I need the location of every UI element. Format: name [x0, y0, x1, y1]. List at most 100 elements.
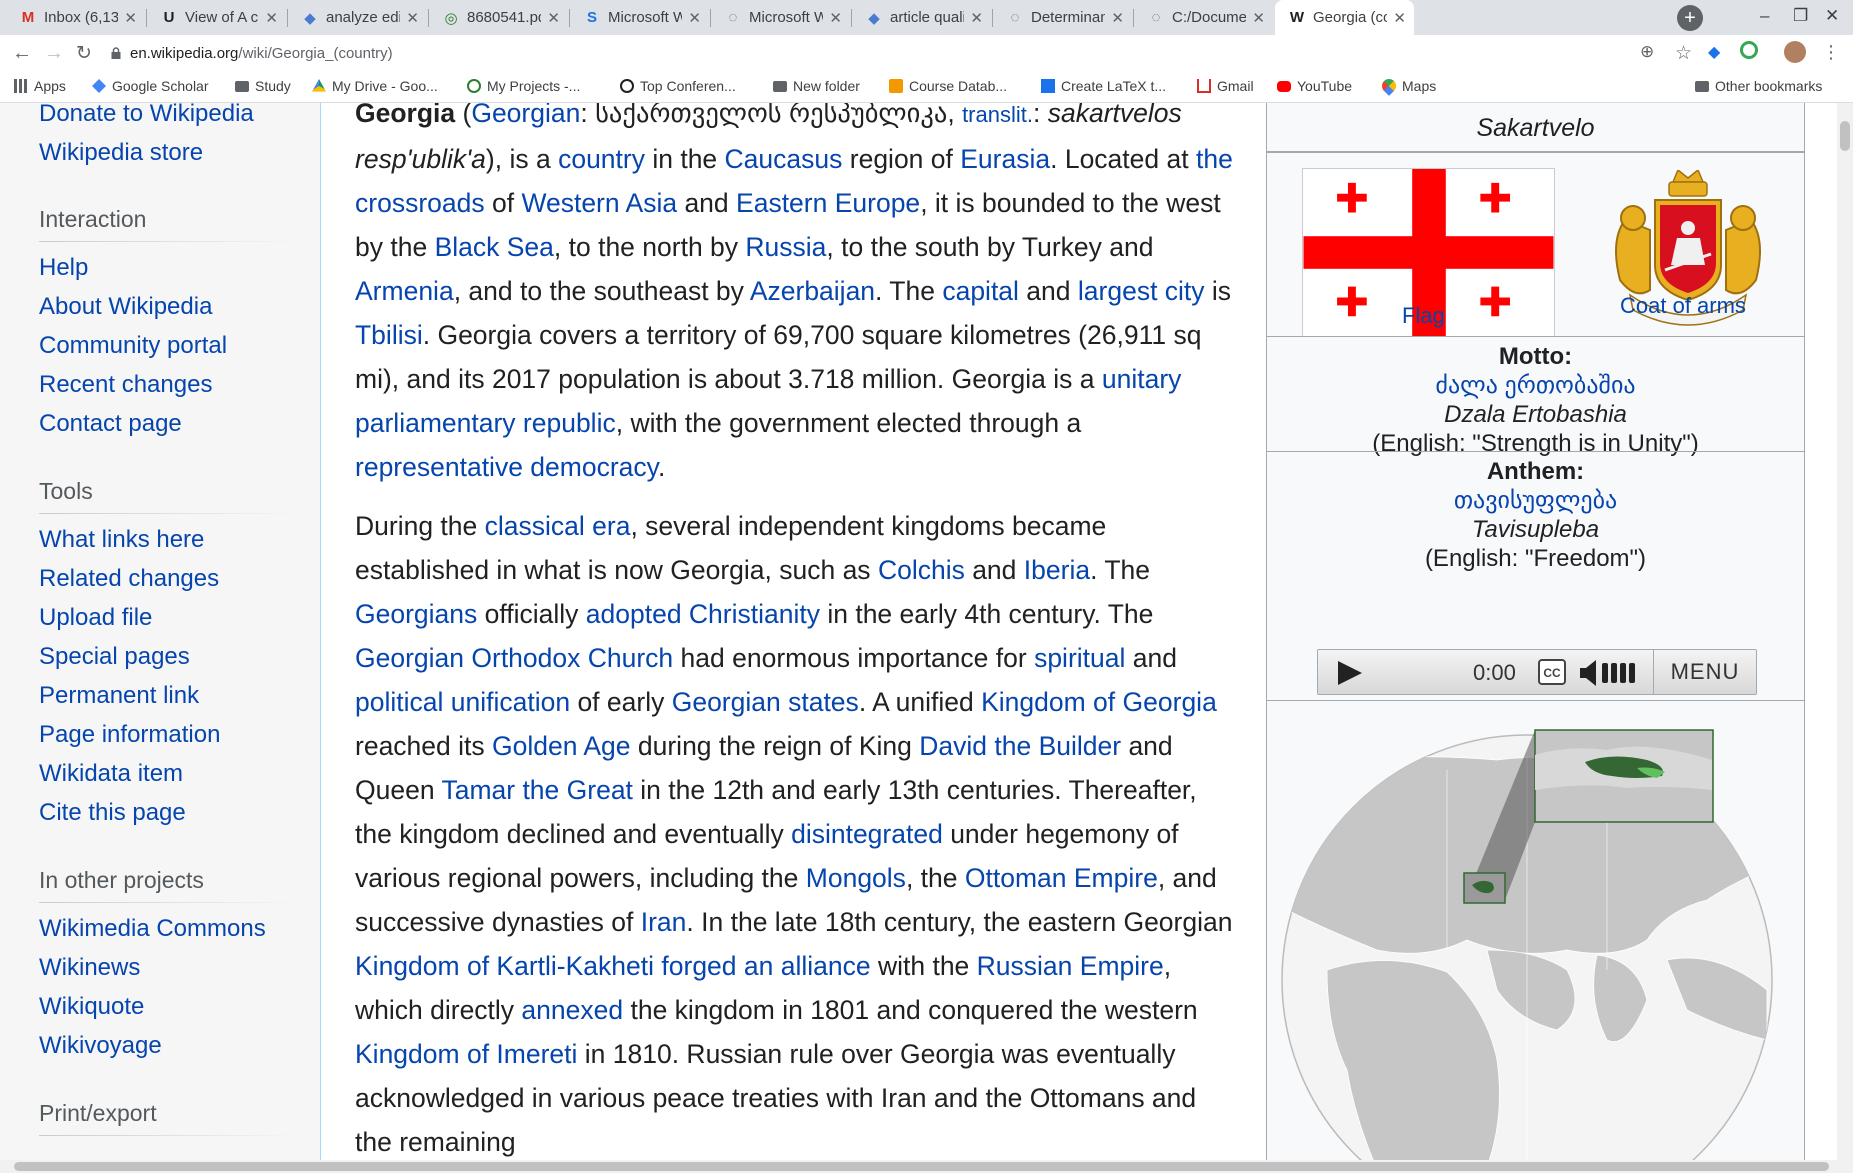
article-link[interactable]: Georgian Orthodox Church	[355, 643, 673, 673]
bookmark-item[interactable]: Apps	[14, 78, 66, 94]
browser-tab[interactable]: M Inbox (6,139) - ✕	[6, 0, 145, 35]
sidebar-link[interactable]: Upload file	[39, 604, 152, 632]
profile-avatar-icon[interactable]	[1784, 41, 1806, 63]
close-window-icon[interactable]: ✕	[1825, 6, 1839, 26]
article-link[interactable]: Tamar the Great	[441, 775, 632, 805]
article-link[interactable]: classical era	[485, 511, 631, 541]
article-link[interactable]: representative democracy	[355, 452, 658, 482]
article-link[interactable]: Azerbaijan	[750, 276, 875, 306]
sidebar-link[interactable]: Wikimedia Commons	[39, 915, 266, 943]
flag-caption-link[interactable]: Flag	[1402, 303, 1445, 329]
article-link[interactable]: largest city	[1078, 276, 1205, 306]
article-link[interactable]: political unification	[355, 687, 570, 717]
article-link[interactable]: adopted Christianity	[586, 599, 820, 629]
article-link[interactable]: Caucasus	[725, 144, 843, 174]
article-link[interactable]: Kingdom of Imereti	[355, 1039, 577, 1069]
sidebar-link[interactable]: Recent changes	[39, 371, 212, 399]
zoom-icon[interactable]: ⊕	[1640, 42, 1654, 62]
browser-tab[interactable]: ◌ Determinants ✕	[993, 0, 1132, 35]
sidebar-link[interactable]: Wikiquote	[39, 993, 144, 1021]
browser-tab[interactable]: W Georgia (count ✕	[1275, 0, 1414, 35]
sidebar-link[interactable]: Special pages	[39, 643, 190, 671]
article-link[interactable]: capital	[942, 276, 1019, 306]
back-arrow-icon[interactable]: ←	[12, 42, 32, 65]
article-link[interactable]: Iberia	[1024, 555, 1090, 585]
browser-tab[interactable]: ◎ 8680541.pdf ✕	[429, 0, 568, 35]
browser-tab[interactable]: ◆ analyze editor ✕	[288, 0, 427, 35]
close-tab-icon[interactable]: ✕	[970, 9, 983, 27]
article-link[interactable]: translit.	[962, 103, 1033, 127]
close-tab-icon[interactable]: ✕	[1111, 9, 1124, 27]
close-tab-icon[interactable]: ✕	[265, 9, 278, 27]
vertical-scrollbar-thumb[interactable]	[1840, 121, 1850, 151]
sidebar-link[interactable]: Wikivoyage	[39, 1032, 162, 1060]
close-tab-icon[interactable]: ✕	[547, 9, 560, 27]
vertical-scrollbar[interactable]	[1837, 103, 1853, 1160]
article-link[interactable]: Kingdom of Georgia	[981, 687, 1217, 717]
sidebar-link[interactable]: Wikidata item	[39, 760, 183, 788]
horizontal-scrollbar-thumb[interactable]	[14, 1162, 1829, 1171]
article-link[interactable]: David the Builder	[919, 731, 1121, 761]
sidebar-link[interactable]: Donate to Wikipedia	[39, 103, 254, 128]
sidebar-link[interactable]: Help	[39, 254, 88, 282]
close-tab-icon[interactable]: ✕	[829, 9, 842, 27]
bookmark-item[interactable]: Top Conferen...	[620, 78, 736, 94]
article-link[interactable]: Mongols	[806, 863, 906, 893]
article-link[interactable]: Black Sea	[435, 232, 554, 262]
extension-icon[interactable]: ◆	[1708, 42, 1720, 62]
close-tab-icon[interactable]: ✕	[688, 9, 701, 27]
article-link[interactable]: Georgians	[355, 599, 477, 629]
browser-tab[interactable]: S Microsoft Wor ✕	[570, 0, 709, 35]
menu-kebab-icon[interactable]: ⋮	[1822, 42, 1840, 63]
bookmark-item[interactable]: My Drive - Goo...	[312, 78, 438, 94]
article-link[interactable]: Colchis	[878, 555, 965, 585]
browser-tab[interactable]: ◆ article quality ✕	[852, 0, 991, 35]
bookmark-item[interactable]: Maps	[1379, 76, 1436, 96]
sidebar-link[interactable]: Community portal	[39, 332, 227, 360]
article-link[interactable]: Eastern Europe	[736, 188, 920, 218]
sidebar-link[interactable]: Permanent link	[39, 682, 199, 710]
browser-tab[interactable]: ◌ C:/Documents ✕	[1134, 0, 1273, 35]
bookmark-item[interactable]: Course Datab...	[889, 78, 1007, 94]
article-link[interactable]: forged an alliance	[661, 951, 870, 981]
bookmark-item[interactable]: Create LaTeX t...	[1041, 78, 1166, 94]
article-link[interactable]: disintegrated	[791, 819, 943, 849]
other-bookmarks[interactable]: Other bookmarks	[1695, 78, 1822, 94]
sidebar-link[interactable]: Wikinews	[39, 954, 140, 982]
article-link[interactable]: country	[558, 144, 645, 174]
address-bar[interactable]: en.wikipedia.org /wiki/Georgia_(country)	[110, 38, 1670, 68]
browser-tab[interactable]: U View of A chea ✕	[147, 0, 286, 35]
bookmark-item[interactable]: YouTube	[1277, 78, 1352, 94]
bookmark-item[interactable]: My Projects -...	[467, 78, 580, 94]
close-tab-icon[interactable]: ✕	[124, 9, 137, 27]
new-tab-button[interactable]: +	[1677, 5, 1703, 31]
article-link[interactable]: Georgian	[471, 103, 580, 128]
bookmark-item[interactable]: New folder	[773, 78, 860, 94]
player-menu-button[interactable]: MENU	[1653, 650, 1756, 694]
motto-native-link[interactable]: ძალა ერთობაშია	[1435, 372, 1635, 399]
close-tab-icon[interactable]: ✕	[406, 9, 419, 27]
close-tab-icon[interactable]: ✕	[1393, 9, 1406, 27]
coat-of-arms-caption-link[interactable]: Coat of arms	[1620, 293, 1746, 319]
bookmark-item[interactable]: Google Scholar	[92, 78, 209, 94]
article-link[interactable]: Georgian states	[672, 687, 859, 717]
sidebar-link[interactable]: Related changes	[39, 565, 219, 593]
closed-captions-icon[interactable]: CC	[1538, 659, 1566, 685]
orthographic-location-map[interactable]	[1267, 710, 1804, 1160]
restore-icon[interactable]: ❐	[1793, 6, 1808, 26]
article-link[interactable]: Russian Empire	[977, 951, 1164, 981]
sidebar-link[interactable]: Contact page	[39, 410, 182, 438]
horizontal-scrollbar[interactable]	[0, 1160, 1853, 1173]
sidebar-link[interactable]: What links here	[39, 526, 204, 554]
minimize-icon[interactable]: –	[1760, 6, 1769, 26]
article-link[interactable]: Tbilisi	[355, 320, 423, 350]
reload-icon[interactable]: ↻	[76, 42, 92, 65]
article-link[interactable]: Western Asia	[521, 188, 677, 218]
sidebar-link[interactable]: Page information	[39, 721, 220, 749]
article-link[interactable]: Russia	[745, 232, 826, 262]
grammarly-icon[interactable]	[1740, 41, 1758, 59]
bookmark-item[interactable]: Gmail	[1197, 78, 1254, 94]
anthem-native-link[interactable]: თავისუფლება	[1454, 487, 1617, 514]
article-link[interactable]: Eurasia	[960, 144, 1050, 174]
volume-icon[interactable]	[1578, 659, 1640, 687]
